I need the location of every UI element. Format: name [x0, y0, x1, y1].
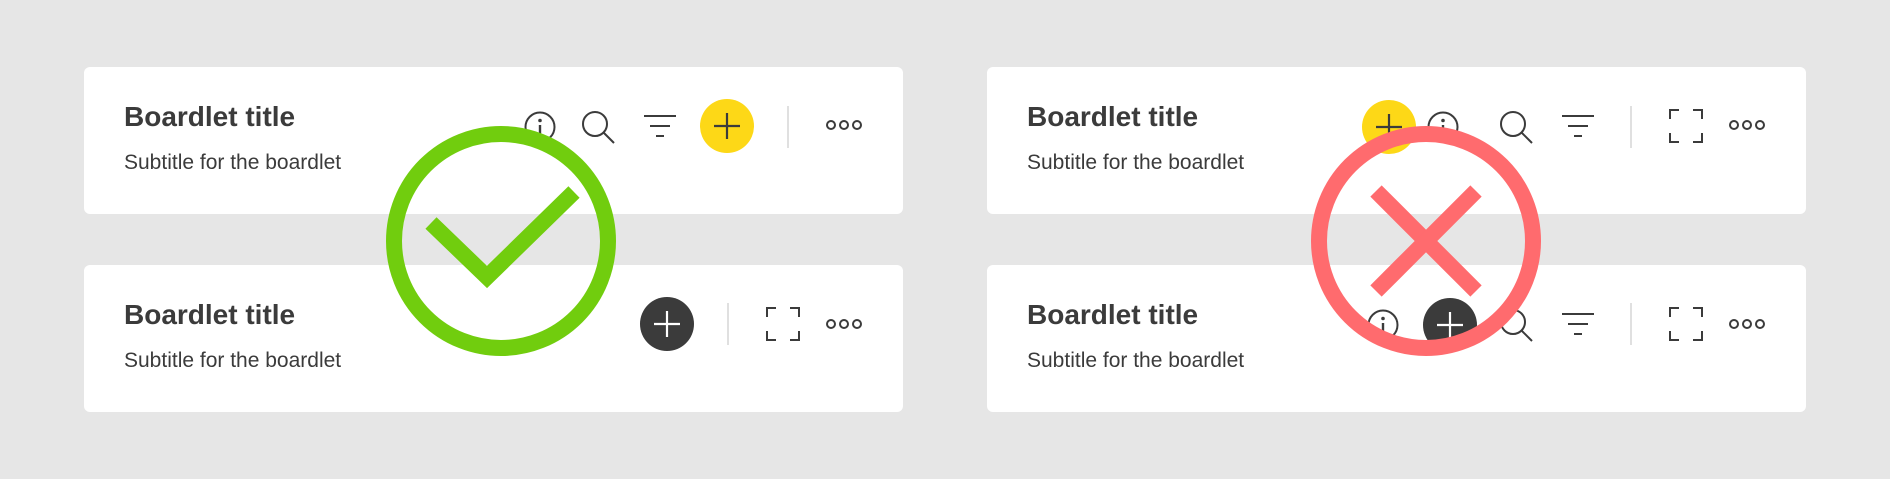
cross-icon — [1311, 126, 1541, 356]
checkmark-icon — [386, 126, 616, 356]
divider — [787, 106, 789, 148]
expand-icon[interactable] — [1669, 307, 1703, 341]
more-icon[interactable] — [1729, 317, 1765, 331]
divider — [727, 303, 729, 345]
more-icon[interactable] — [1729, 118, 1765, 132]
more-icon[interactable] — [826, 317, 862, 331]
boardlet-title: Boardlet title — [124, 299, 296, 330]
boardlet-title: Boardlet title — [1027, 101, 1199, 132]
boardlet-title: Boardlet title — [1027, 299, 1199, 330]
boardlet-title: Boardlet title — [124, 101, 296, 132]
expand-icon[interactable] — [1669, 109, 1703, 143]
more-icon[interactable] — [826, 118, 862, 132]
expand-icon[interactable] — [766, 307, 800, 341]
